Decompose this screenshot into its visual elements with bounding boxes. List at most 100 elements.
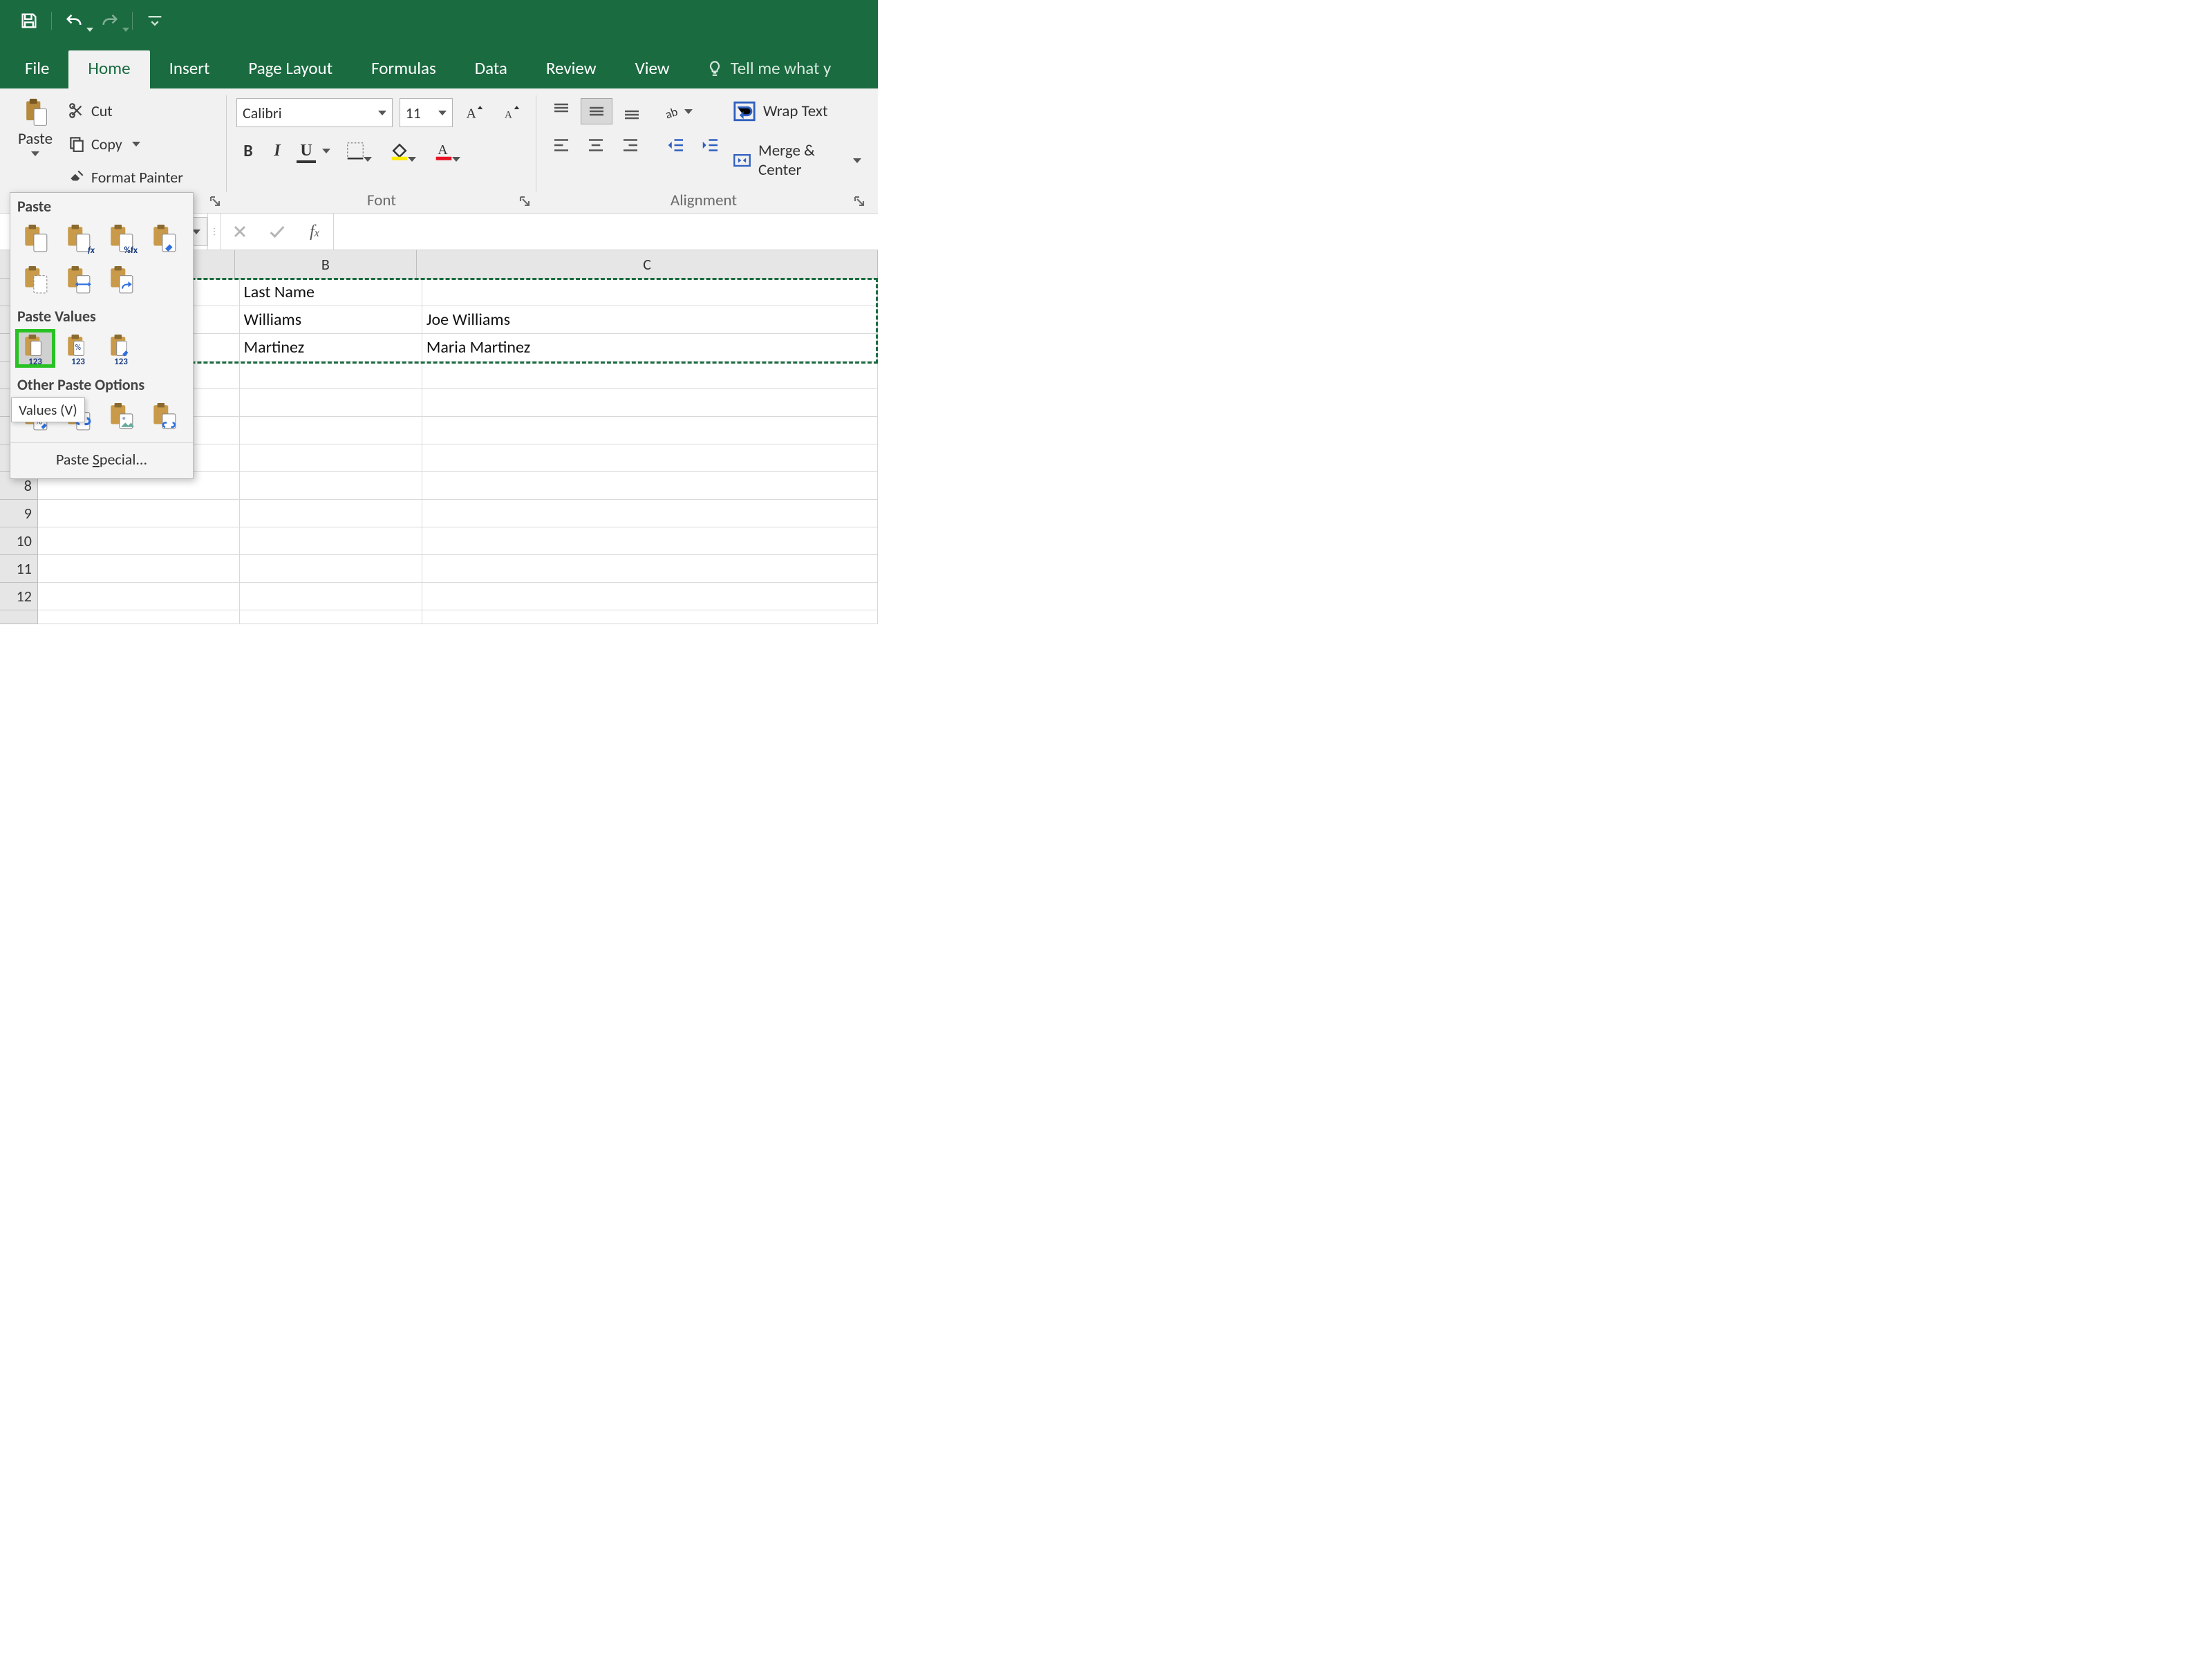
- cell[interactable]: [38, 527, 240, 555]
- other-paste-section-title: Other Paste Options: [10, 371, 193, 398]
- borders-button[interactable]: [336, 137, 375, 165]
- cut-button[interactable]: Cut: [68, 97, 187, 124]
- paste-linked-picture-button[interactable]: [146, 400, 182, 434]
- align-bottom-button[interactable]: [617, 99, 647, 124]
- paste-values-source-formatting-button[interactable]: 123: [103, 331, 139, 366]
- tab-home[interactable]: Home: [68, 50, 149, 88]
- cell[interactable]: [240, 583, 422, 610]
- cancel-formula-button[interactable]: [221, 214, 259, 250]
- row-header[interactable]: 10: [0, 527, 38, 555]
- increase-indent-button[interactable]: [695, 133, 726, 158]
- cell[interactable]: [422, 555, 878, 583]
- italic-button[interactable]: I: [265, 138, 289, 163]
- paste-keep-column-widths-button[interactable]: [60, 263, 96, 297]
- decrease-indent-button[interactable]: [661, 133, 691, 158]
- tab-data[interactable]: Data: [456, 50, 527, 88]
- font-name-combo[interactable]: Calibri: [236, 98, 393, 127]
- paste-formulas-button[interactable]: fx: [60, 221, 96, 256]
- enter-formula-button[interactable]: [259, 214, 296, 250]
- underline-button[interactable]: U: [294, 138, 318, 163]
- cell[interactable]: [422, 610, 878, 624]
- cell[interactable]: [422, 444, 878, 472]
- paste-section-title: Paste: [10, 193, 193, 220]
- font-color-button[interactable]: A: [424, 137, 463, 165]
- tab-formulas[interactable]: Formulas: [352, 50, 456, 88]
- cell[interactable]: Joe Williams: [422, 306, 878, 334]
- insert-function-button[interactable]: fx: [296, 214, 333, 250]
- cell[interactable]: Martinez: [240, 334, 422, 362]
- bold-button[interactable]: B: [236, 138, 260, 163]
- clipboard-dialog-launcher[interactable]: [209, 195, 223, 209]
- cell[interactable]: [38, 555, 240, 583]
- formula-input[interactable]: [333, 214, 878, 250]
- tab-review[interactable]: Review: [527, 50, 616, 88]
- align-middle-button[interactable]: [581, 98, 612, 124]
- align-left-button[interactable]: [546, 133, 577, 158]
- font-dialog-launcher[interactable]: [518, 195, 532, 209]
- tab-page-layout[interactable]: Page Layout: [229, 50, 352, 88]
- paste-values-number-formatting-button[interactable]: % 123: [60, 331, 96, 366]
- cell[interactable]: [38, 610, 240, 624]
- column-header-B[interactable]: B: [235, 250, 418, 278]
- cell[interactable]: [422, 583, 878, 610]
- paste-picture-button[interactable]: [103, 400, 139, 434]
- cell[interactable]: Williams: [240, 306, 422, 334]
- customize-qat-button[interactable]: [140, 6, 170, 36]
- decrease-font-size-button[interactable]: A: [497, 99, 527, 126]
- tab-file[interactable]: File: [6, 50, 68, 88]
- alignment-dialog-launcher[interactable]: [853, 195, 867, 209]
- align-right-button[interactable]: [615, 133, 646, 158]
- font-name-value: Calibri: [243, 104, 282, 122]
- row-header[interactable]: 12: [0, 583, 38, 610]
- wrap-text-icon: [733, 100, 756, 123]
- row-header[interactable]: [0, 610, 38, 624]
- merge-center-button[interactable]: Merge & Center: [733, 141, 861, 180]
- tab-view[interactable]: View: [616, 50, 689, 88]
- svg-text:%: %: [75, 343, 81, 353]
- paste-all-button[interactable]: [17, 221, 53, 256]
- align-top-button[interactable]: [546, 99, 577, 124]
- cell[interactable]: [240, 472, 422, 500]
- cell[interactable]: Last Name: [240, 279, 422, 306]
- tell-me[interactable]: Tell me what y: [706, 57, 832, 88]
- copy-button[interactable]: Copy: [68, 130, 187, 158]
- paste-formulas-number-formatting-button[interactable]: %fx: [103, 221, 139, 256]
- cell[interactable]: [240, 555, 422, 583]
- cell[interactable]: Maria Martinez: [422, 334, 878, 362]
- paste-button[interactable]: Paste: [10, 94, 61, 191]
- fill-color-button[interactable]: [380, 137, 419, 165]
- cell[interactable]: [422, 527, 878, 555]
- font-size-value: 11: [406, 104, 421, 122]
- paste-values-button[interactable]: 123: [17, 331, 53, 366]
- column-header-C[interactable]: C: [417, 250, 878, 278]
- paste-transpose-button[interactable]: [103, 263, 139, 297]
- cell[interactable]: [240, 610, 422, 624]
- cell[interactable]: [240, 500, 422, 527]
- cell[interactable]: [38, 500, 240, 527]
- borders-icon: [345, 140, 366, 161]
- orientation-button[interactable]: ab: [662, 99, 693, 124]
- redo-button[interactable]: [95, 6, 125, 36]
- increase-font-size-button[interactable]: A: [460, 99, 490, 126]
- align-center-button[interactable]: [581, 133, 611, 158]
- format-painter-button[interactable]: Format Painter: [68, 163, 187, 191]
- row-header[interactable]: 11: [0, 555, 38, 583]
- cell[interactable]: [38, 583, 240, 610]
- row-header[interactable]: 9: [0, 500, 38, 527]
- clipboard-no-borders-icon: [21, 265, 50, 294]
- wrap-text-button[interactable]: Wrap Text: [733, 100, 861, 123]
- cell[interactable]: [422, 472, 878, 500]
- paste-special-menu-item[interactable]: Paste Special...: [10, 442, 193, 476]
- group-font: Calibri 11 A A B I U: [227, 88, 536, 213]
- undo-button[interactable]: [59, 6, 89, 36]
- save-button[interactable]: [14, 6, 44, 36]
- font-size-combo[interactable]: 11: [400, 98, 453, 127]
- cell[interactable]: [422, 500, 878, 527]
- cell[interactable]: [422, 279, 878, 306]
- increase-font-icon: A: [465, 102, 485, 123]
- tab-insert[interactable]: Insert: [150, 50, 229, 88]
- paste-no-borders-button[interactable]: [17, 263, 53, 297]
- paste-keep-source-formatting-button[interactable]: [146, 221, 182, 256]
- cell[interactable]: [240, 444, 422, 472]
- cell[interactable]: [240, 527, 422, 555]
